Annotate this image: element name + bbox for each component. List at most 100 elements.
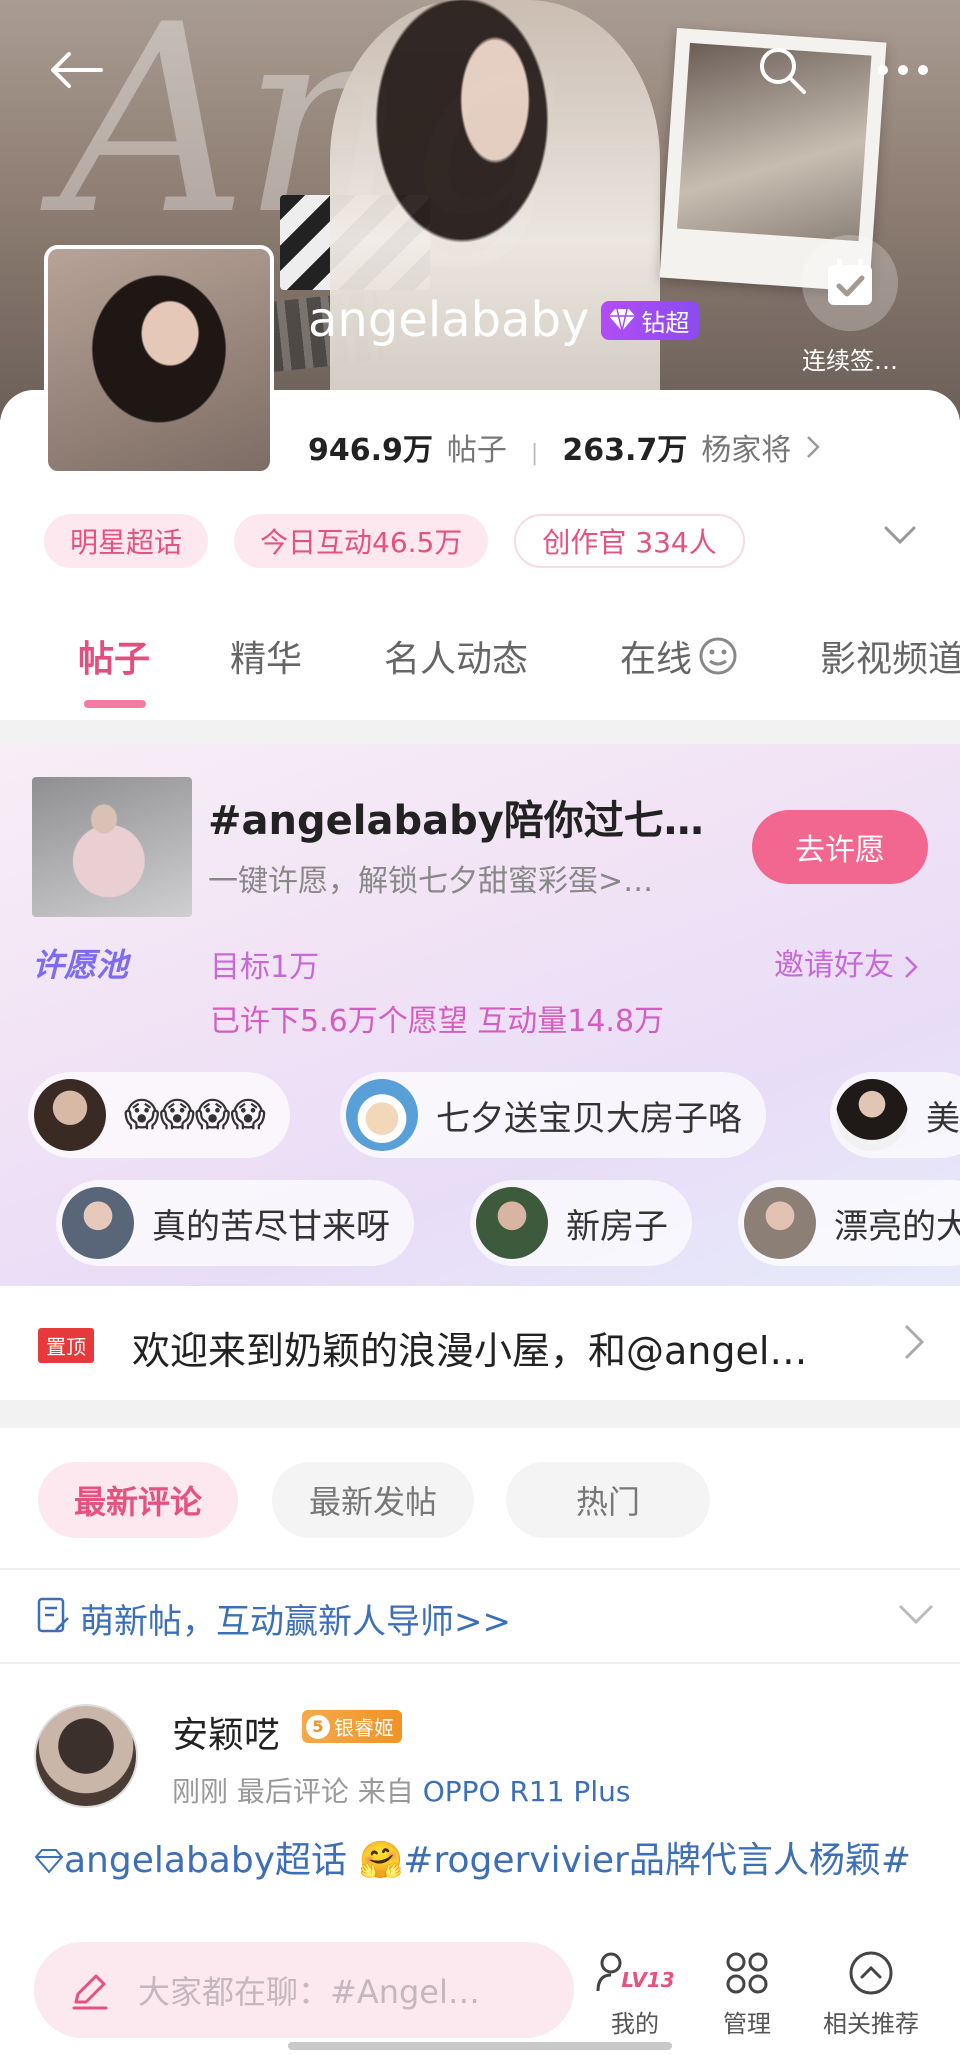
- nav-mine[interactable]: LV13 我的: [580, 1948, 690, 2039]
- tags-expand-button[interactable]: [880, 520, 930, 560]
- chevron-up-circle-icon: [812, 1948, 930, 1998]
- avatar[interactable]: [34, 1704, 138, 1808]
- newbie-banner[interactable]: 萌新帖，互动赢新人导师>>: [0, 1570, 960, 1662]
- topic-title-row: angelababy 钻超: [308, 292, 700, 348]
- wish-chip[interactable]: 新房子: [470, 1180, 692, 1266]
- tag-creators[interactable]: 创作官 334人: [514, 514, 745, 568]
- sort-latest-comments[interactable]: 最新评论: [38, 1462, 238, 1538]
- tag-today-interaction[interactable]: 今日互动46.5万: [234, 514, 489, 568]
- fans-label: 杨家将: [701, 433, 792, 468]
- invite-friends-link[interactable]: 邀请好友: [774, 940, 918, 984]
- tab-online[interactable]: 在线: [620, 630, 738, 682]
- wish-chip-text: 😱😱😱😱: [124, 1095, 266, 1135]
- pinned-post[interactable]: 置顶 欢迎来到奶颖的浪漫小屋，和@angel…: [0, 1286, 960, 1400]
- pinned-text: 欢迎来到奶颖的浪漫小屋，和@angel…: [132, 1329, 808, 1373]
- wish-chip[interactable]: 漂亮的大: [738, 1180, 960, 1266]
- content-tabs: 帖子 精华 名人动态 在线 影视频道: [0, 630, 960, 710]
- chevron-down-icon: [898, 1604, 934, 1625]
- topic-avatar[interactable]: [44, 245, 274, 475]
- fans-count: 263.7万: [562, 433, 688, 468]
- sort-bar: 最新评论 最新发帖 热门: [0, 1428, 960, 1568]
- post-item[interactable]: 安颖呓 5 银睿姬 刚刚 最后评论 来自 OPPO R11 Plus angel…: [0, 1664, 960, 1924]
- arrow-left-icon: [51, 52, 103, 88]
- post-meta: 刚刚 最后评论 来自 OPPO R11 Plus: [172, 1770, 630, 1810]
- avatar: [62, 1187, 134, 1259]
- wish-title[interactable]: #angelababy陪你过七…: [208, 788, 728, 846]
- more-dots-icon: [878, 65, 928, 75]
- compose-input[interactable]: 大家都在聊：#Angel…: [34, 1942, 574, 2038]
- wish-chip-text: 七夕送宝贝大房子咯: [436, 1098, 742, 1139]
- post-content-text: angelababy超话 🤗#rogervivier品牌代言人杨颖#: [64, 1840, 912, 1881]
- wish-chips-row-2: 真的苦尽甘来呀 新房子 漂亮的大: [0, 1180, 960, 1268]
- post-device: OPPO R11 Plus: [422, 1775, 631, 1808]
- fan-level-number: 5: [306, 1714, 330, 1739]
- newbie-text: 萌新帖，互动赢新人导师>>: [80, 1602, 511, 1642]
- user-level-text: LV13: [621, 1968, 675, 1992]
- diamond-badge[interactable]: 钻超: [601, 300, 700, 340]
- wish-chip[interactable]: 美: [830, 1072, 960, 1158]
- wish-pool-card: #angelababy陪你过七… 一键许愿，解锁七夕甜蜜彩蛋>… 去许愿 许愿池…: [0, 744, 960, 1286]
- sort-latest-posts[interactable]: 最新发帖: [272, 1462, 474, 1538]
- diamond-icon: [609, 308, 636, 332]
- calendar-check-icon: [802, 235, 898, 331]
- back-button[interactable]: [40, 40, 110, 100]
- wish-chip[interactable]: 七夕送宝贝大房子咯: [340, 1072, 766, 1158]
- post-author[interactable]: 安颖呓: [172, 1706, 280, 1758]
- nav-manage[interactable]: 管理: [692, 1948, 802, 2039]
- search-icon: [760, 48, 806, 94]
- section-divider: [0, 1400, 960, 1428]
- wish-chips-row-1: 😱😱😱😱 七夕送宝贝大房子咯 美: [0, 1072, 960, 1160]
- fan-level-title: 银睿姬: [334, 1716, 394, 1740]
- avatar: [346, 1079, 418, 1151]
- avatar: [476, 1187, 548, 1259]
- stats-divider: |: [530, 441, 539, 466]
- smiley-icon: [699, 637, 737, 675]
- wish-chip[interactable]: 😱😱😱😱: [28, 1072, 290, 1158]
- wish-pool-logo: 许愿池: [32, 940, 128, 986]
- home-indicator: [288, 2042, 672, 2050]
- checkin-button[interactable]: 连续签…: [790, 235, 910, 376]
- avatar: [744, 1187, 816, 1259]
- posts-label: 帖子: [446, 433, 507, 468]
- tab-film-channel[interactable]: 影视频道: [820, 630, 960, 682]
- invite-friends-label: 邀请好友: [774, 948, 894, 983]
- diamond-badge-label: 钻超: [641, 308, 690, 337]
- more-button[interactable]: [868, 40, 938, 100]
- bottom-bar: 大家都在聊：#Angel… LV13 我的 管理 相关推荐: [0, 1922, 960, 2055]
- nav-related[interactable]: 相关推荐: [812, 1948, 930, 2039]
- fan-level-badge: 5 银睿姬: [302, 1710, 402, 1743]
- post-content[interactable]: angelababy超话 🤗#rogervivier品牌代言人杨颖#: [34, 1834, 934, 1888]
- search-button[interactable]: [752, 40, 812, 100]
- wish-chip-text: 美: [926, 1098, 960, 1139]
- nav-mine-label: 我的: [611, 2010, 659, 2038]
- user-level-icon: LV13: [580, 1948, 690, 1998]
- chevron-right-icon: [807, 436, 821, 458]
- tab-posts[interactable]: 帖子: [78, 630, 150, 682]
- section-divider: [0, 718, 960, 744]
- active-tab-indicator: [84, 700, 146, 708]
- wish-subtitle[interactable]: 一键许愿，解锁七夕甜蜜彩蛋>…: [208, 856, 728, 900]
- topic-title: angelababy: [308, 292, 590, 348]
- compose-placeholder: 大家都在聊：#Angel…: [138, 1973, 480, 2011]
- make-wish-button[interactable]: 去许愿: [752, 810, 928, 884]
- avatar: [836, 1079, 908, 1151]
- topic-stats[interactable]: 946.9万 帖子 | 263.7万 杨家将: [308, 425, 821, 469]
- wish-progress: 已许下5.6万个愿望 互动量14.8万: [210, 1004, 665, 1039]
- nav-related-label: 相关推荐: [823, 2010, 919, 2038]
- wish-thumbnail[interactable]: [32, 777, 192, 917]
- pencil-icon: [72, 1974, 108, 2010]
- nav-manage-label: 管理: [723, 2010, 771, 2038]
- chevron-right-icon: [904, 1324, 925, 1360]
- wish-chip-text: 漂亮的大: [834, 1206, 960, 1247]
- tab-featured[interactable]: 精华: [230, 630, 302, 682]
- posts-count: 946.9万: [308, 433, 433, 468]
- grid-icon: [692, 1948, 802, 1998]
- wish-chip-text: 新房子: [566, 1206, 668, 1247]
- avatar: [34, 1079, 106, 1151]
- tab-celebrity-news[interactable]: 名人动态: [384, 630, 528, 682]
- wish-chip[interactable]: 真的苦尽甘来呀: [56, 1180, 414, 1266]
- post-meta-text: 刚刚 最后评论 来自: [172, 1775, 423, 1808]
- tag-star-topic[interactable]: 明星超话: [44, 514, 209, 568]
- chevron-down-icon: [884, 526, 916, 545]
- sort-hot[interactable]: 热门: [506, 1462, 710, 1538]
